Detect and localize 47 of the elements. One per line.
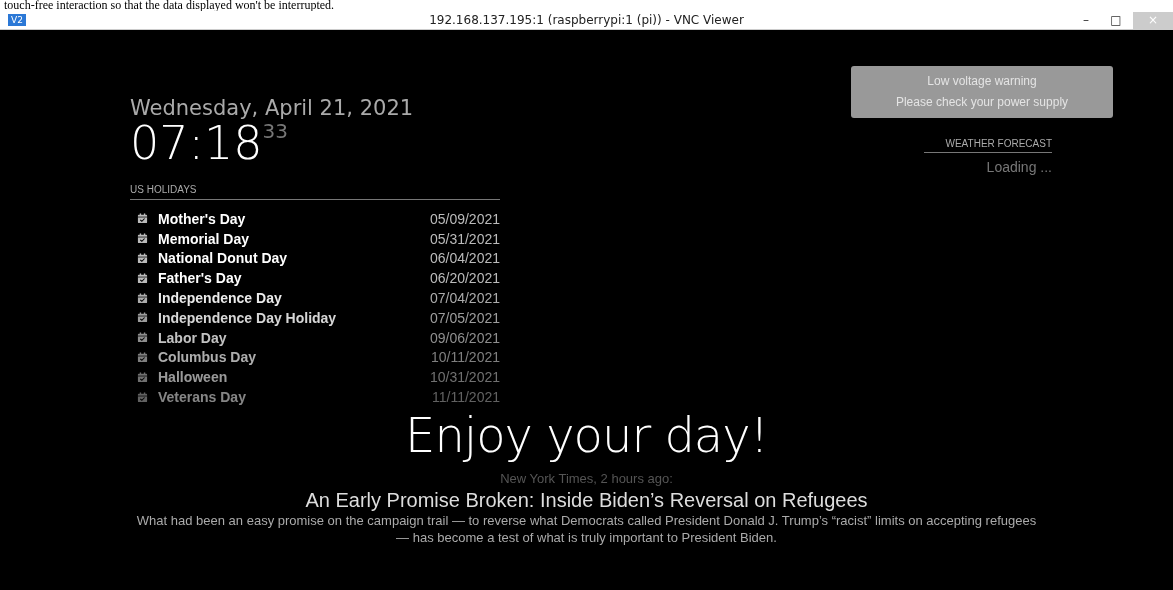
news-headline: An Early Promise Broken: Inside Biden’s Reversal on Refugees (304, 489, 869, 512)
holiday-date: 06/20/2021 (429, 270, 500, 287)
minimize-button[interactable]: – (1073, 11, 1099, 29)
notification-title: Low voltage warning (926, 73, 1038, 90)
holiday-name: Memorial Day (158, 230, 251, 247)
seconds-text: 33 (262, 120, 289, 142)
holiday-date: 10/31/2021 (429, 369, 500, 386)
time-text: 07:18 (130, 120, 263, 166)
holiday-name: Mother's Day (158, 210, 247, 227)
holiday-name: Labor Day (158, 329, 228, 346)
document-caption: touch-free interaction so that the data displayed won't be interrupted. (3, 0, 336, 11)
holiday-name: Halloween (158, 369, 229, 386)
maximize-button[interactable]: □ (1103, 11, 1129, 29)
holiday-date: 05/31/2021 (429, 230, 500, 247)
calendar-icon (137, 312, 148, 324)
loading-text: Loading ... (986, 159, 1052, 175)
holiday-name: Father's Day (158, 270, 243, 287)
date-text: Wednesday, April 21, 2021 (130, 96, 415, 120)
holiday-date: 11/11/2021 (432, 389, 500, 406)
holiday-date: 07/05/2021 (429, 309, 500, 326)
section-header: WEATHER FORECAST (924, 138, 1052, 153)
section-header: US HOLIDAYS (130, 184, 500, 200)
holiday-name: National Donut Day (158, 250, 289, 267)
holiday-name: Independence Day (158, 290, 283, 307)
holiday-date: 06/04/2021 (429, 250, 500, 267)
calendar-icon (137, 253, 148, 264)
window-title: 192.168.137.195:1 (raspberrypi:1 (pi)) - VNC Viewer (429, 13, 744, 27)
holiday-name: Columbus Day (158, 349, 257, 366)
app-badge: V2 (8, 14, 26, 26)
compliment-text: Enjoy your day! (405, 410, 768, 460)
calendar-icon (137, 292, 148, 304)
holiday-name: Veterans Day (158, 389, 247, 406)
holiday-date: 07/04/2021 (429, 290, 500, 307)
calendar-icon (137, 272, 148, 284)
calendar-icon (137, 351, 148, 363)
holiday-date: 10/11/2021 (430, 349, 500, 366)
calendar-icon (137, 332, 148, 344)
news-description: What had been an easy promise on the campaign trail — to reverse what Democrats called President Donald J. Trump’s “racist” limits on accepting refugees — has become a test of what is truly important to President Biden. (136, 512, 1037, 546)
notification-message: Please check your power supply (894, 94, 1070, 111)
calendar-icon (137, 233, 148, 245)
calendar-icon (137, 391, 148, 403)
holiday-date: 05/09/2021 (429, 210, 500, 227)
calendar-icon (137, 213, 148, 225)
holiday-name: Independence Day Holiday (158, 309, 338, 326)
holiday-date: 09/06/2021 (429, 329, 500, 346)
news-source: New York Times, 2 hours ago: (499, 471, 674, 486)
calendar-icon (137, 371, 148, 383)
